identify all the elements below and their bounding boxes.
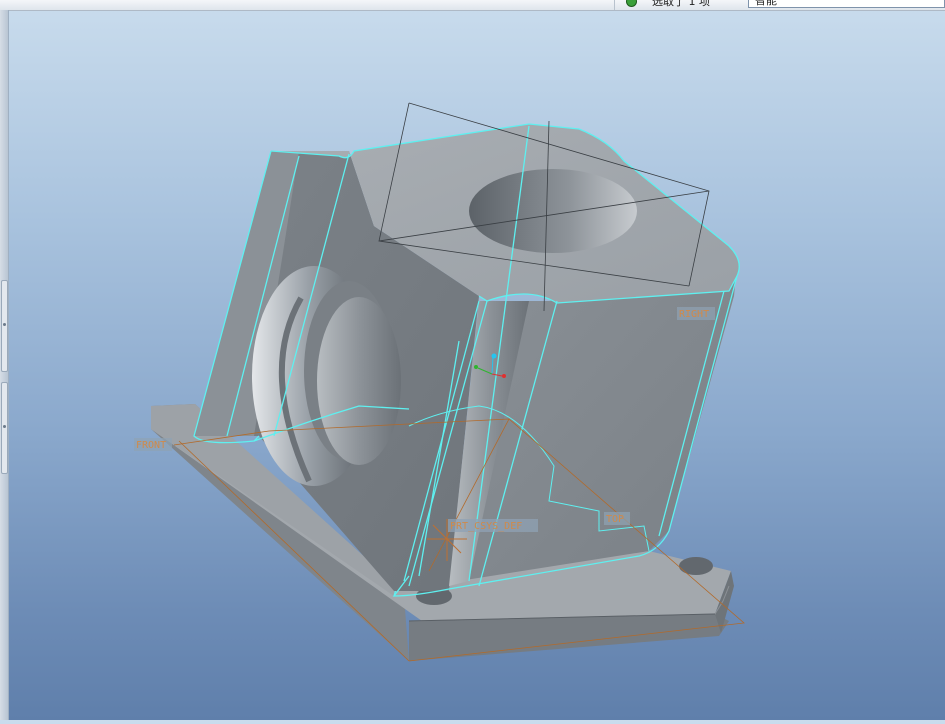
graphics-viewport[interactable]: FRONT RIGHT TOP PRT_CSYS_DEF <box>9 11 945 720</box>
datum-label-front: FRONT <box>134 438 172 451</box>
selection-count-label: 选取了 1 项 <box>652 0 710 8</box>
datum-label-front-text: FRONT <box>136 440 166 451</box>
datum-label-top: TOP <box>604 512 630 525</box>
top-toolbar: 选取了 1 项 智能 <box>0 0 945 11</box>
toolbar-separator <box>614 0 615 10</box>
selection-status-icon <box>626 0 637 7</box>
left-panel-edge <box>0 10 9 720</box>
datum-label-top-text: TOP <box>606 514 624 525</box>
datum-label-right: RIGHT <box>677 307 715 320</box>
datum-label-right-text: RIGHT <box>679 309 709 320</box>
panel-sash-handle[interactable] <box>1 280 8 372</box>
csys-label-text: PRT_CSYS_DEF <box>450 521 522 532</box>
csys-label: PRT_CSYS_DEF <box>448 519 538 532</box>
top-bore <box>469 169 637 253</box>
selection-filter-dropdown[interactable]: 智能 <box>748 0 945 8</box>
mounting-hole <box>679 557 713 575</box>
panel-sash-handle[interactable] <box>1 382 8 474</box>
